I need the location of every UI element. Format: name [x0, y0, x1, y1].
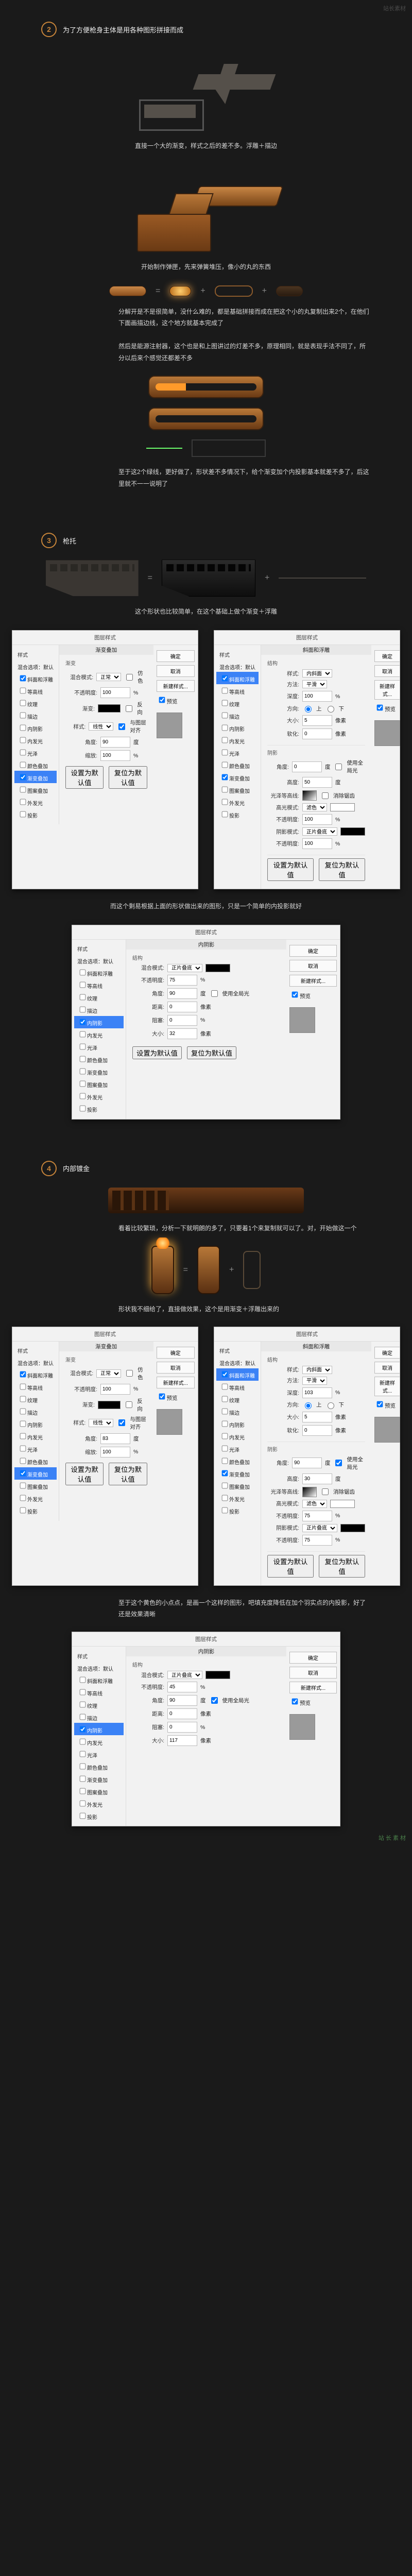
plus-icon: +	[265, 573, 269, 583]
step3-number: 3	[41, 533, 57, 548]
dialog-title: 图层样式	[12, 631, 198, 645]
stock-black	[162, 560, 255, 597]
figure-launcher-top	[41, 376, 371, 398]
preview-swatch	[374, 720, 400, 746]
dialog-bevel-2: 图层样式 样式 混合选项：默认 斜面和浮雕 等高线 纹理 描边 内阴影 内发光 …	[214, 1327, 400, 1586]
figure-pills: = + +	[41, 285, 371, 297]
caption-4-3: 至于这个黄色的小点点，是画一个这样的图形，吧填充度降低在加个羽实点的内投影，好了…	[41, 1597, 371, 1621]
step4-header: 4 内部镀金	[41, 1161, 371, 1176]
grip-outline	[243, 1251, 261, 1289]
new-style-button[interactable]: 新建样式...	[157, 680, 195, 692]
caption-2-2: 开始制作弹匣，先来弹簧堆压，像小的丸的东西	[41, 261, 371, 273]
caption-2-5: 至于这2个绿线，更好做了，形状差不多情况下，给个渐变加个内投影基本就差不多了，后…	[41, 466, 371, 490]
cancel-button[interactable]: 取消	[289, 960, 337, 972]
green-line	[146, 448, 182, 449]
dialog-gradient-overlay-2: 图层样式 样式 混合选项：默认 斜面和浮雕 等高线 纹理 描边 内阴影 内发光 …	[12, 1327, 198, 1586]
watermark-top: 站长素材	[383, 4, 406, 12]
pill-dark	[276, 286, 303, 296]
figure-stocks: = +	[41, 560, 371, 597]
caption-4-1: 看着比较繁琐，分析一下就明朗的多了，只要着1个来复制就可以了。对，开始做这一个	[41, 1223, 371, 1234]
caption-4-2: 形状我不细给了，直接做效果，这个是用渐变＋浮雕出来的	[41, 1303, 371, 1315]
plus-icon: +	[200, 286, 205, 296]
grip-fire	[151, 1246, 174, 1294]
step2-header: 2 为了方便枪身主体是用各种图形拼接而成	[41, 22, 371, 37]
new-style-button[interactable]: 新建样式...	[289, 975, 337, 987]
figure-barrel	[41, 1188, 371, 1213]
figure-gun-gray	[41, 48, 371, 131]
watermark-bottom: 站 长 素 材	[379, 1834, 406, 1842]
dialog-style-list: 样式 混合选项：默认 斜面和浮雕 等高线 纹理 描边 内阴影 内发光 光泽 颜色…	[12, 645, 59, 824]
stock-line	[279, 578, 366, 579]
dialog-title: 图层样式	[214, 631, 400, 645]
make-default-button[interactable]: 设置为默认值	[65, 766, 104, 789]
equals-icon: =	[156, 286, 160, 296]
dialog-gradient-overlay: 图层样式 样式 混合选项：默认 斜面和浮雕 等高线 纹理 描边 内阴影 内发光 …	[12, 630, 198, 889]
step4-number: 4	[41, 1161, 57, 1176]
pill-glow	[169, 286, 191, 296]
equals-icon: =	[183, 1265, 188, 1275]
grip-plain	[197, 1246, 220, 1294]
figure-launcher-bottom	[41, 408, 371, 430]
ok-button[interactable]: 确定	[289, 945, 337, 957]
figure-green	[41, 439, 371, 457]
stock-gray	[46, 560, 139, 596]
pill-bronze	[109, 286, 146, 296]
pill-outline	[215, 285, 253, 297]
caption-2-1: 直接一个大的渐变，样式之后的差不多。浮雕＋描边	[41, 140, 371, 152]
caption-2-3: 分解开是不是很简单，没什么难的，都是基础拼接而成在把这个小的丸复制出来2个，在他…	[41, 306, 371, 330]
step3-header: 3 枪托	[41, 533, 371, 548]
step4-title: 内部镀金	[63, 1163, 90, 1173]
dialog-inner-shadow-2: 图层样式 样式 混合选项：默认 斜面和浮雕 等高线 纹理 描边 内阴影 内发光 …	[72, 1632, 340, 1826]
caption-3-2: 而这个剩易根据上面的形状做出来的图形，只是一个简单的内投影就好	[41, 901, 371, 912]
dialog-bevel: 图层样式 样式 混合选项：默认 斜面和浮雕 等高线 纹理 描边 内阴影 内发光 …	[214, 630, 400, 889]
figure-gun-bronze	[41, 164, 371, 252]
equals-icon: =	[148, 573, 152, 583]
reset-default-button[interactable]: 复位为默认值	[109, 766, 147, 789]
caption-3-1: 这个形状也比较简单，在这个基础上做个渐变＋浮雕	[41, 606, 371, 618]
ok-button[interactable]: 确定	[374, 650, 400, 662]
plus-icon: +	[229, 1265, 234, 1275]
plus-icon: +	[262, 286, 267, 296]
step2-title: 为了方便枪身主体是用各种图形拼接而成	[63, 25, 183, 35]
ok-button[interactable]: 确定	[157, 650, 195, 662]
figure-grips: = +	[41, 1246, 371, 1294]
preview-swatch	[157, 713, 182, 738]
cancel-button[interactable]: 取消	[157, 665, 195, 677]
green-rect	[192, 439, 266, 457]
dialog-inner-shadow: 图层样式 样式 混合选项：默认 斜面和浮雕 等高线 纹理 描边 内阴影 内发光 …	[72, 925, 340, 1120]
step2-number: 2	[41, 22, 57, 37]
cancel-button[interactable]: 取消	[374, 665, 400, 677]
step3-title: 枪托	[63, 536, 76, 546]
caption-2-4: 然后是能源注射器，这个也是和上图讲过的灯差不多，原理相同，就是表现手法不同了，所…	[41, 341, 371, 364]
new-style-button[interactable]: 新建样式...	[374, 680, 400, 700]
dialog-style-list: 样式 混合选项：默认 斜面和浮雕 等高线 纹理 描边 内阴影 内发光 光泽 颜色…	[214, 645, 261, 889]
